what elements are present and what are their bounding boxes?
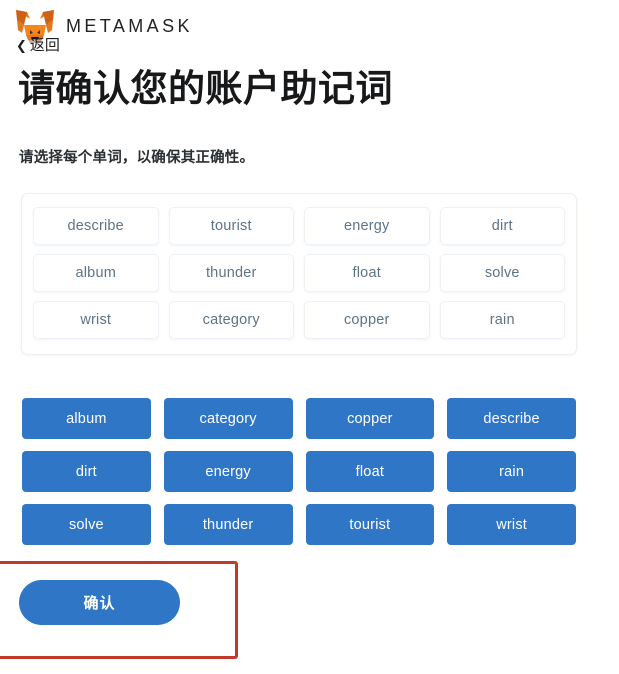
word-bank-chip[interactable]: solve (22, 504, 151, 545)
selected-word-card[interactable]: wrist (33, 301, 159, 339)
selected-word-card[interactable]: album (33, 254, 159, 292)
brand-wordmark: METAMASK (66, 15, 193, 36)
selected-words-grid: describe tourist energy dirt album thund… (33, 207, 565, 339)
chevron-left-icon: ❮ (16, 38, 27, 53)
word-bank-chip[interactable]: copper (305, 398, 435, 439)
word-bank-chip[interactable]: dirt (22, 451, 151, 492)
back-link[interactable]: ❮ 返回 (16, 38, 60, 53)
selected-word-card[interactable]: float (304, 254, 430, 292)
page-title: 请确认您的账户助记词 (18, 68, 393, 109)
selected-words-panel: describe tourist energy dirt album thund… (21, 193, 577, 355)
selected-word-card[interactable]: copper (304, 301, 430, 339)
selected-word-card[interactable]: energy (304, 207, 430, 245)
selected-word-card[interactable]: rain (439, 301, 565, 339)
word-bank-chip[interactable]: thunder (163, 504, 293, 545)
selected-word-card[interactable]: thunder (168, 254, 294, 292)
word-bank-chip[interactable]: describe (447, 398, 576, 439)
word-bank-chip[interactable]: tourist (305, 504, 435, 545)
word-bank-chip[interactable]: float (305, 451, 435, 492)
selected-word-card[interactable]: describe (33, 207, 159, 245)
word-bank-chip[interactable]: category (163, 398, 293, 439)
confirm-button[interactable]: 确认 (19, 580, 180, 625)
selected-word-card[interactable]: tourist (168, 207, 294, 245)
selected-word-card[interactable]: dirt (439, 207, 565, 245)
word-bank-chip[interactable]: album (22, 398, 151, 439)
selected-word-card[interactable]: solve (439, 254, 565, 292)
word-bank-chip[interactable]: rain (447, 451, 576, 492)
word-bank-grid: album category copper describe dirt ener… (22, 398, 576, 545)
word-bank-chip[interactable]: wrist (447, 504, 576, 545)
word-bank-chip[interactable]: energy (163, 451, 293, 492)
selected-word-card[interactable]: category (168, 301, 294, 339)
back-link-label: 返回 (29, 37, 60, 54)
page-subtitle: 请选择每个单词，以确保其正确性。 (19, 150, 255, 166)
